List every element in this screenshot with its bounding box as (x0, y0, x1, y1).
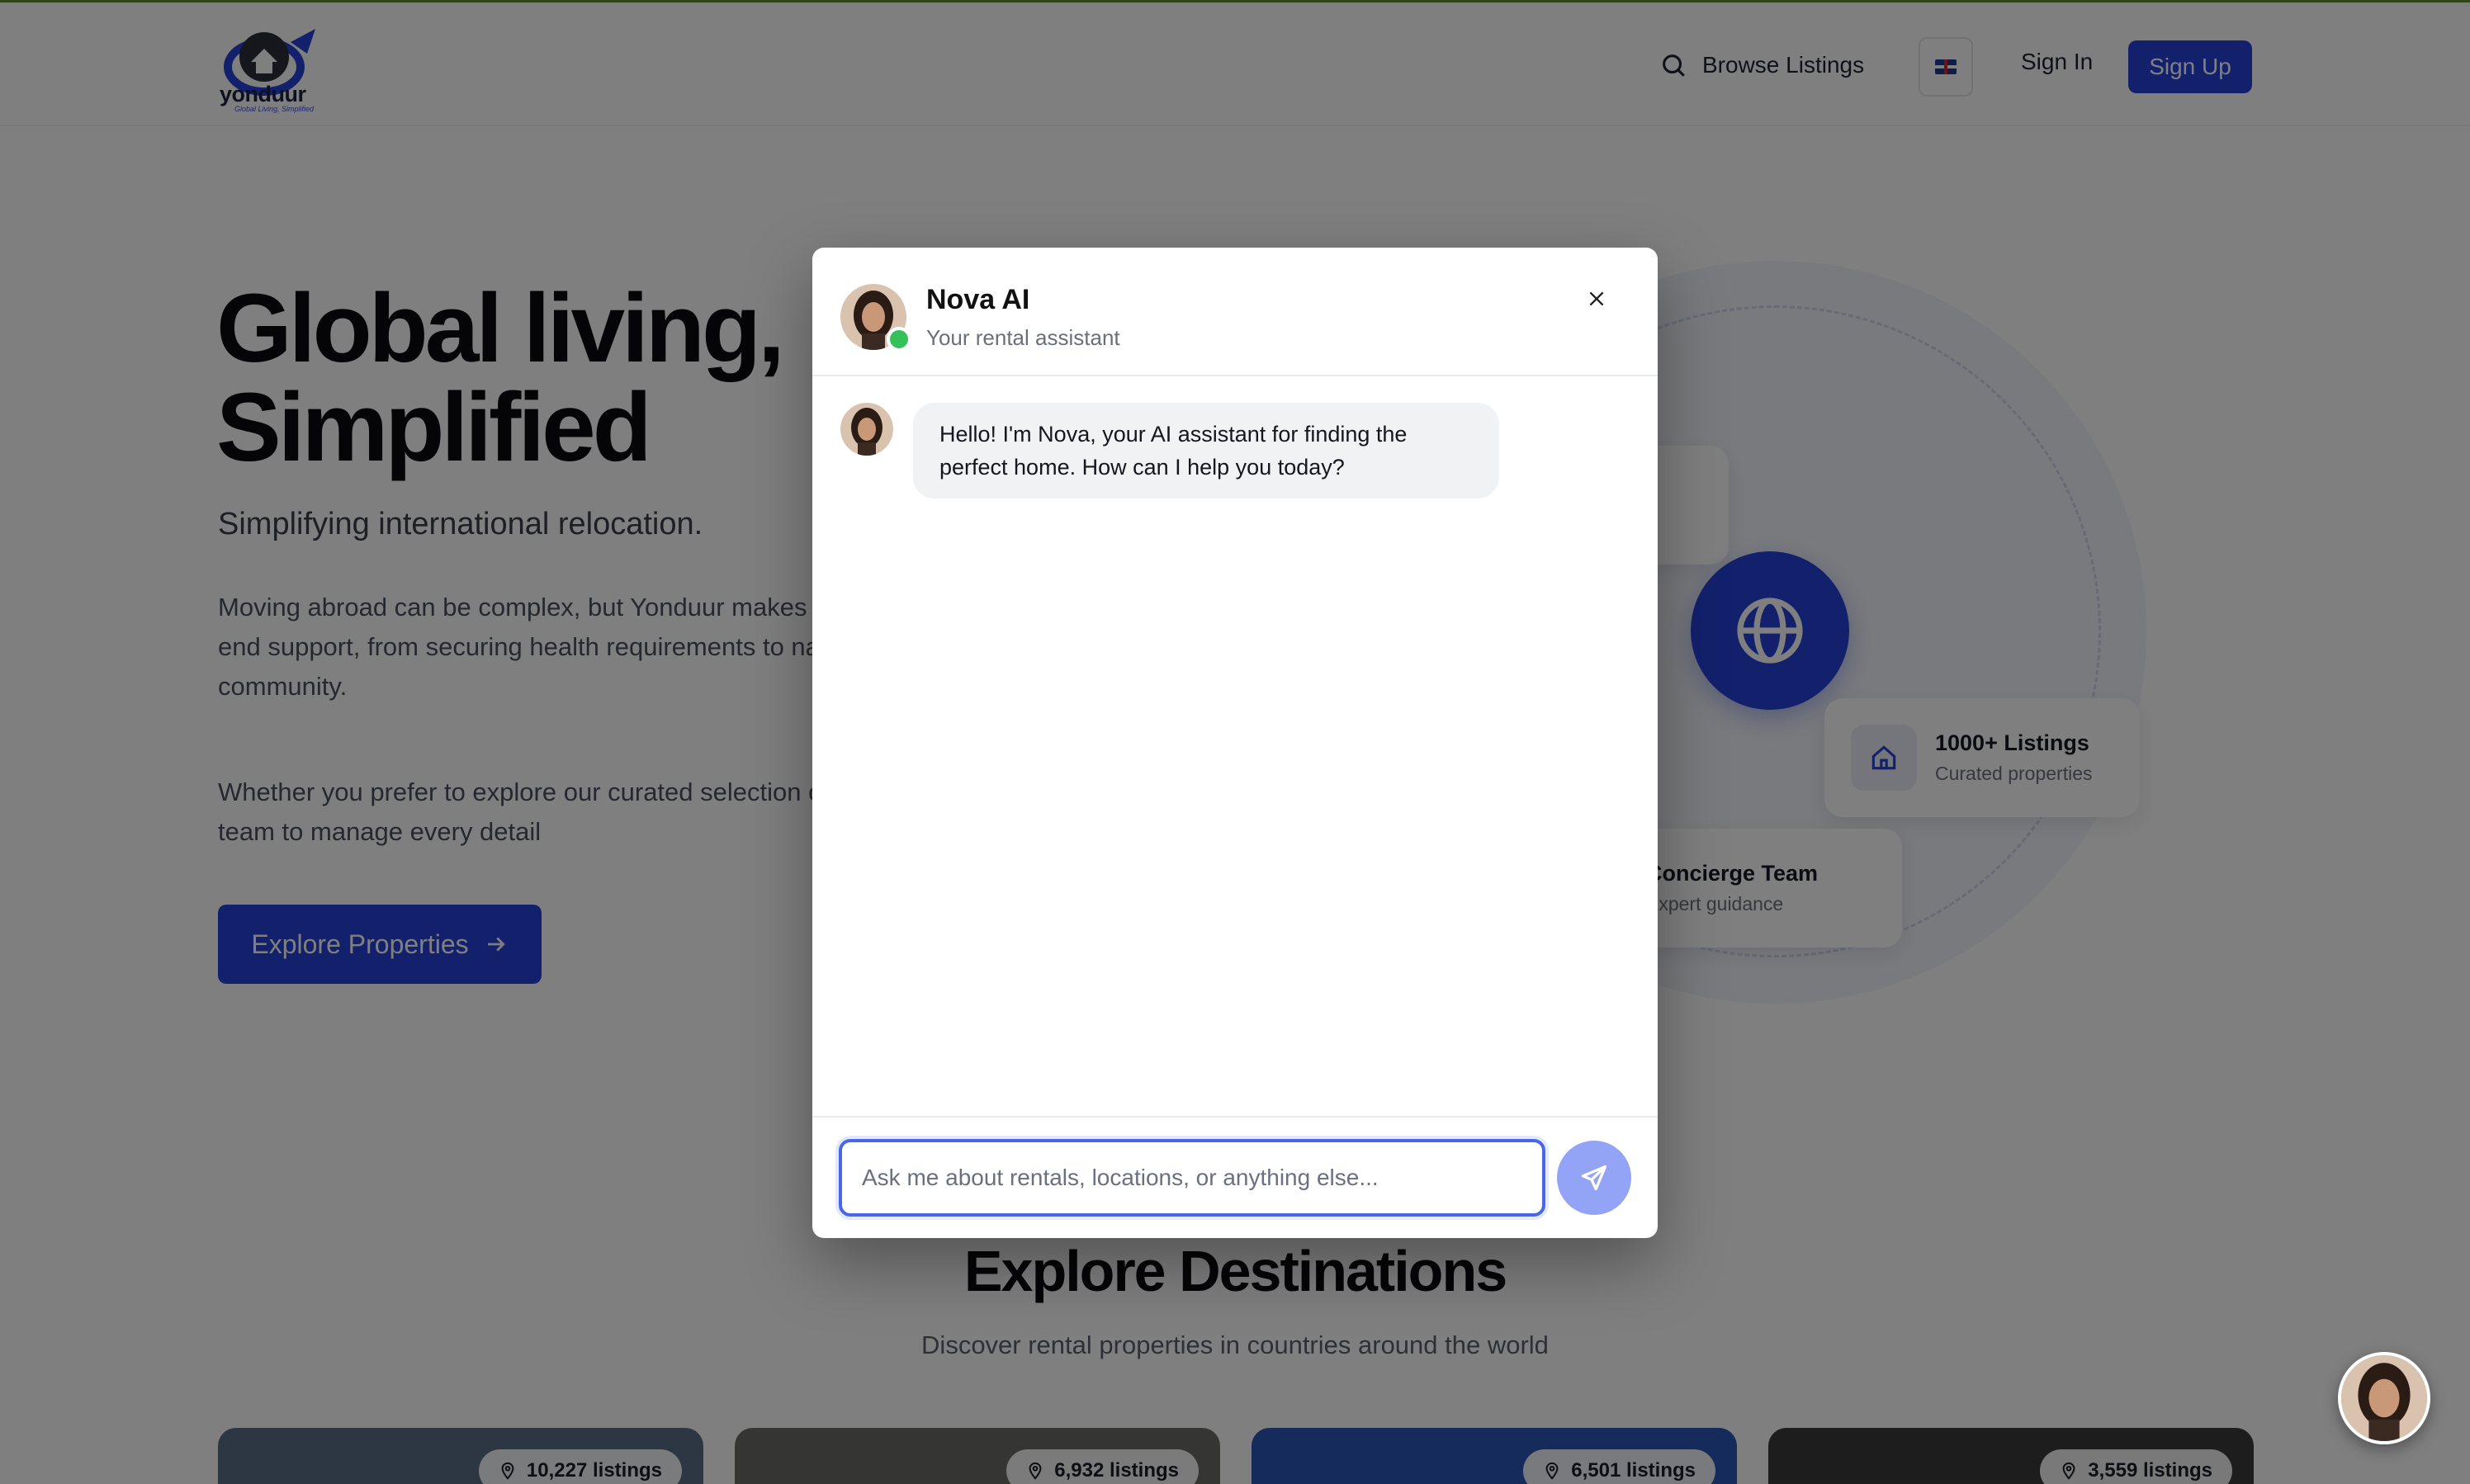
chat-modal: Nova AI Your rental assistant Hello! I'm… (812, 248, 1658, 1238)
close-icon (1589, 291, 1604, 306)
send-icon (1581, 1165, 1607, 1191)
message-avatar (840, 403, 893, 456)
assistant-message-bubble: Hello! I'm Nova, your AI assistant for f… (913, 403, 1499, 499)
online-status-indicator (887, 327, 911, 352)
chat-composer (812, 1116, 1658, 1238)
chat-launcher-avatar[interactable] (2338, 1352, 2430, 1444)
chat-header: Nova AI Your rental assistant (812, 248, 1658, 376)
assistant-name: Nova AI (926, 284, 1030, 315)
assistant-role: Your rental assistant (926, 325, 1120, 350)
close-button[interactable] (1577, 279, 1616, 319)
chat-input[interactable] (839, 1139, 1545, 1217)
send-button[interactable] (1557, 1141, 1631, 1215)
